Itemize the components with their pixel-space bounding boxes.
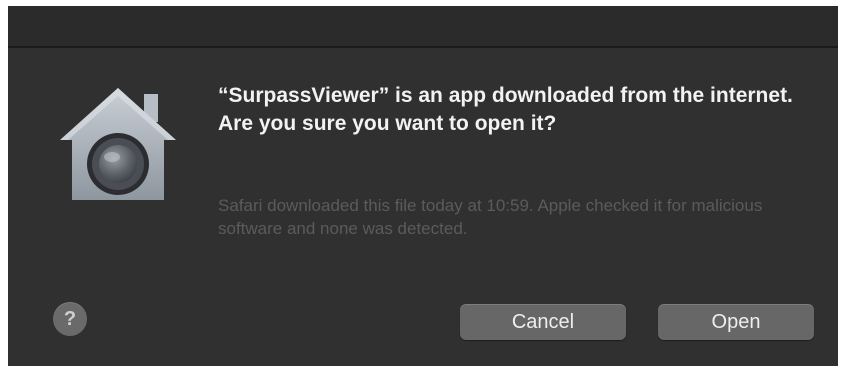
gatekeeper-dialog: “SurpassViewer” is an app downloaded fro… xyxy=(8,48,838,366)
help-button[interactable]: ? xyxy=(53,302,87,336)
dialog-message: “SurpassViewer” is an app downloaded fro… xyxy=(218,84,793,135)
gatekeeper-house-icon xyxy=(56,84,180,204)
cancel-button[interactable]: Cancel xyxy=(460,304,626,340)
open-button[interactable]: Open xyxy=(658,304,814,340)
screen: “SurpassViewer” is an app downloaded fro… xyxy=(0,0,842,372)
dialog-detail: Safari downloaded this file today at 10:… xyxy=(218,196,763,238)
window-titlebar xyxy=(8,6,838,48)
